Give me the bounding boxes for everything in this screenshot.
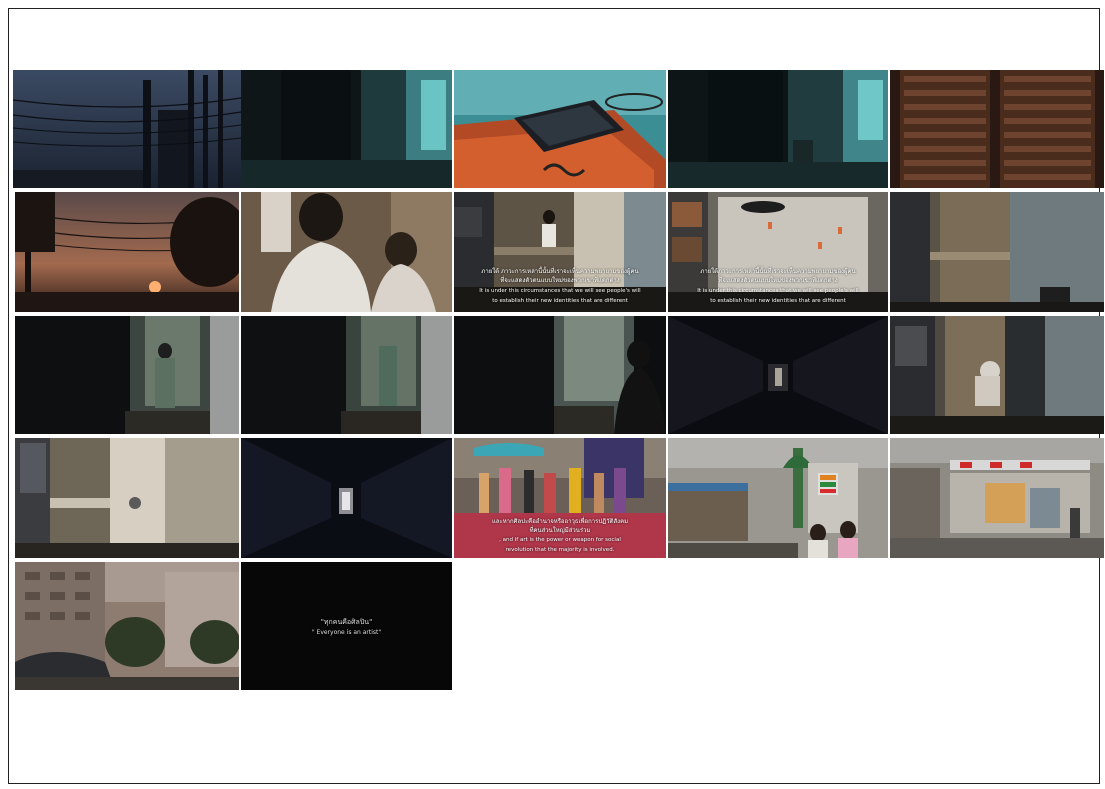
dark-door-plants-image	[241, 316, 452, 434]
thumbnail-7[interactable]	[241, 192, 452, 312]
thumbnail-5[interactable]	[890, 70, 1104, 188]
silhouette-window-image	[454, 316, 666, 434]
subtitle-thai-line-2: ที่คนส่วนใหญ่มีส่วนร่วม	[529, 527, 591, 534]
contact-sheet-grid: ภายใต้ ภาวะการเหล่านี้นั้นที่เราจะเห็นคว…	[0, 0, 1105, 789]
kitchen-bent-figure-image	[890, 316, 1104, 434]
thumbnail-19[interactable]	[668, 438, 888, 558]
thumbnail-2[interactable]	[241, 70, 452, 188]
thumbnail-9[interactable]: ภายใต้ภาวะการเหล่านี้นั้นที่เราจะเห็นควา…	[668, 192, 888, 312]
thumbnail-22[interactable]: "ทุกคนคือศิลปิน" " Everyone is an artist…	[241, 562, 452, 690]
street-shop-front-image	[890, 438, 1104, 558]
subtitle-thai-line-2: ที่จะแสดงตัวตนแบบใหม่ของพวกเขาที่แตกต่าง	[718, 277, 838, 284]
subtitle-en-line-2: to establish their new identities that a…	[710, 298, 846, 304]
dark-corridor-light-image	[241, 438, 452, 558]
thumbnail-11[interactable]	[15, 316, 239, 434]
thumbnail-14[interactable]	[668, 316, 888, 434]
thumbnail-8[interactable]: ภายใต้ ภาวะการเหล่านี้นั้นที่เราจะเห็นคว…	[454, 192, 666, 312]
thumbnail-18[interactable]: และหากศิลปะคืออำนาจหรืออาวุธเพื่อการปฏิว…	[454, 438, 666, 558]
thumbnail-12[interactable]	[241, 316, 452, 434]
dark-doorway-teal-2-image	[668, 70, 888, 188]
thumbnail-16[interactable]	[15, 438, 239, 558]
thumbnail-4[interactable]	[668, 70, 888, 188]
subtitle-thai-line-1: ภายใต้ภาวะการเหล่านี้นั้นที่เราจะเห็นควา…	[700, 268, 856, 275]
subtitle-en-line-1: , and if art is the power or weapon for …	[499, 537, 621, 543]
kitchen-corner-image	[890, 192, 1104, 312]
subtitle-en-line-2: to establish their new identities that a…	[492, 298, 628, 304]
subtitle-en-line-2: revolution that the majority is involved…	[505, 547, 615, 553]
thumbnail-15[interactable]	[890, 316, 1104, 434]
thumbnail-3[interactable]	[454, 70, 666, 188]
thumbnail-21[interactable]	[15, 562, 239, 690]
sunset-power-lines-image	[15, 192, 239, 312]
thumbnail-13[interactable]	[454, 316, 666, 434]
wooden-shutters-image	[890, 70, 1104, 188]
apartment-street-image	[15, 562, 239, 690]
phone-on-book-image	[454, 70, 666, 188]
dark-doorway-teal-image	[241, 70, 452, 188]
subtitle-thai-line-1: ภายใต้ ภาวะการเหล่านี้นั้นที่เราจะเห็นคว…	[481, 268, 639, 275]
thumbnail-10[interactable]	[890, 192, 1104, 312]
thumbnail-1[interactable]	[13, 70, 241, 188]
title-thai-text: "ทุกคนคือศิลปิน"	[320, 618, 373, 626]
subtitle-en-line-1: It is under this circumstances that we w…	[697, 288, 859, 294]
subtitle-en-line-1: It is under this circumstances that we w…	[479, 288, 641, 294]
subtitle-thai-line-1: และหากศิลปะคืออำนาจหรืออาวุธเพื่อการปฏิว…	[491, 518, 629, 525]
subtitle-thai-line-2: ที่จะแสดงตัวตนแบบใหม่ของพวกเขาที่แตกต่าง	[500, 277, 620, 284]
title-english-text: " Everyone is an artist"	[311, 629, 382, 636]
dark-door-person-image	[15, 316, 239, 434]
thumbnail-20[interactable]	[890, 438, 1104, 558]
seven-eleven-store-image	[668, 438, 888, 558]
dark-corridor-image	[668, 316, 888, 434]
thumbnail-17[interactable]	[241, 438, 452, 558]
thumbnail-6[interactable]	[15, 192, 239, 312]
power-lines-dusk-image	[13, 70, 241, 188]
people-in-room-image	[241, 192, 452, 312]
kitchen-door-image	[15, 438, 239, 558]
